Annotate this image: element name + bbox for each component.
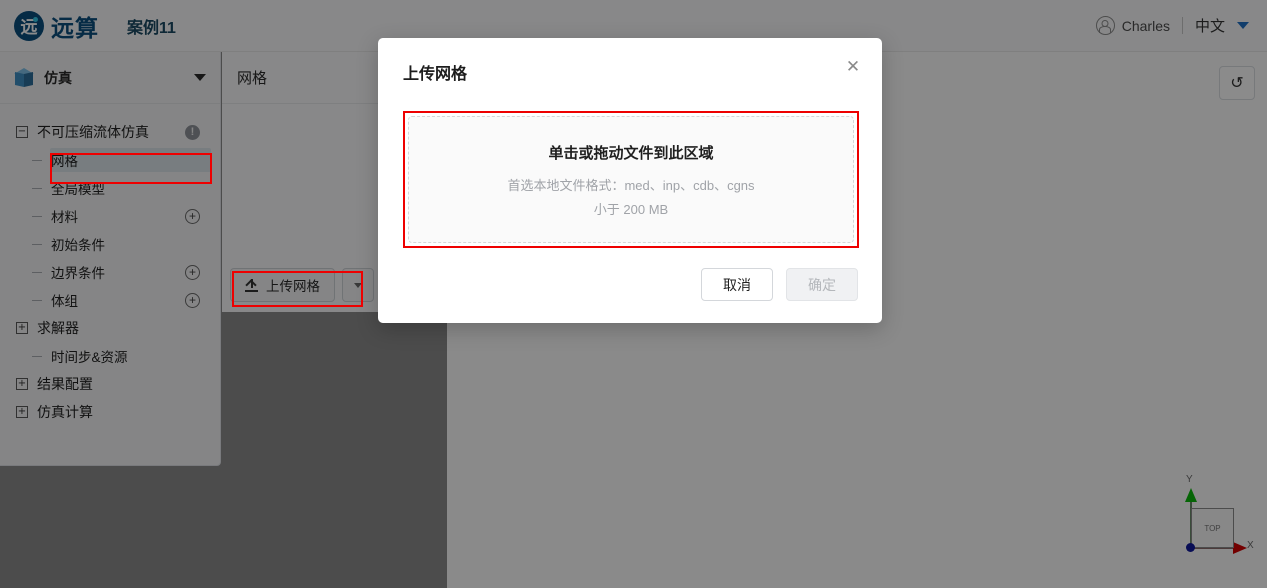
cancel-button[interactable]: 取消 (701, 268, 773, 301)
app-root: 远 远算 案例11 Charles 中文 仿真 − 不可压缩流体仿真 ! 网格 … (0, 0, 1267, 588)
dropzone-primary-text: 单击或拖动文件到此区域 (548, 144, 714, 162)
dropzone-formats-text: 首选本地文件格式：med、inp、cdb、cgns (507, 177, 755, 193)
close-icon[interactable]: ✕ (843, 57, 863, 77)
confirm-button[interactable]: 确定 (786, 268, 858, 301)
upload-mesh-dialog: 上传网格 ✕ 单击或拖动文件到此区域 首选本地文件格式：med、inp、cdb、… (378, 38, 882, 323)
tree-item-label: 网格 (51, 154, 78, 169)
dialog-footer: 取消 确定 (701, 268, 858, 301)
dialog-title: 上传网格 (403, 66, 468, 83)
highlight-box-dropzone: 单击或拖动文件到此区域 首选本地文件格式：med、inp、cdb、cgns 小于… (403, 111, 859, 248)
file-dropzone[interactable]: 单击或拖动文件到此区域 首选本地文件格式：med、inp、cdb、cgns 小于… (408, 116, 854, 243)
dropzone-size-text: 小于 200 MB (593, 201, 669, 217)
